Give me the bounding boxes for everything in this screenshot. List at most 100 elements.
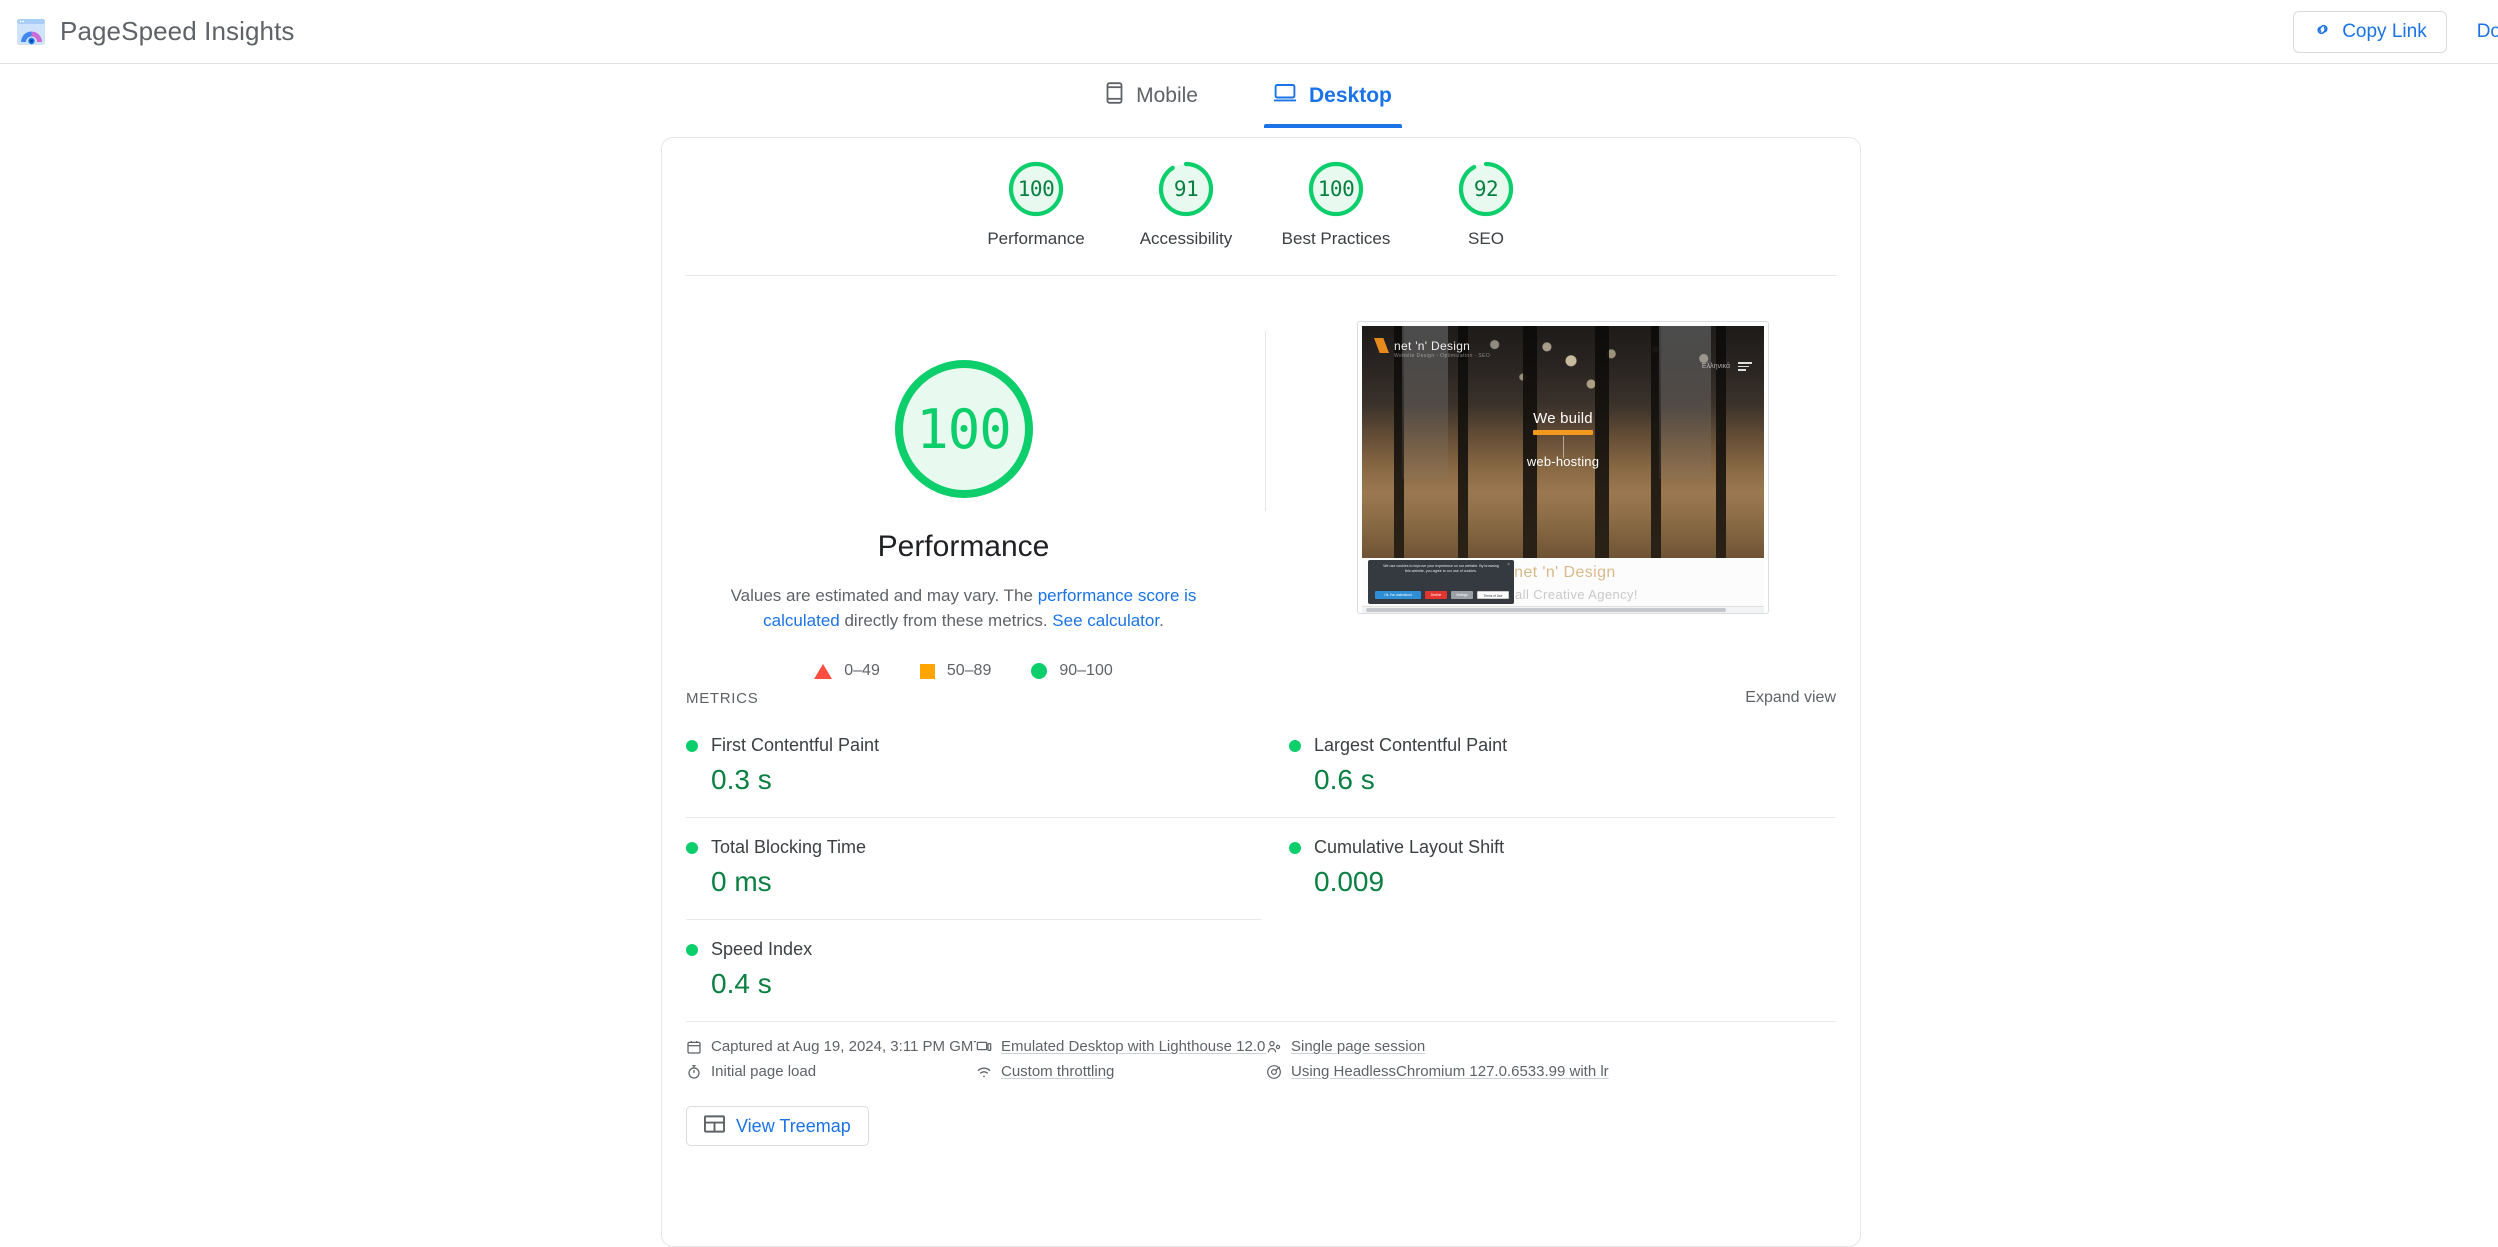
category-score-row: 100 Performance 91 Accessibility 100 Bes…: [662, 138, 1860, 249]
expand-view-link[interactable]: Expand view: [1745, 689, 1836, 707]
metric-value: 0.4 s: [711, 968, 772, 1000]
screenshot-site-name: net 'n' Design: [1394, 338, 1471, 353]
meta-text: Custom throttling: [1001, 1063, 1115, 1081]
status-dot-pass: [686, 739, 698, 752]
see-calculator-link[interactable]: See calculator: [1052, 611, 1159, 630]
category-score-performance[interactable]: 100 Performance: [961, 159, 1111, 249]
screenshot-hero-line1: We build: [1533, 410, 1593, 427]
metric-largest-contentful-paint[interactable]: Largest Contentful Paint 0.6 s: [1261, 716, 1836, 819]
meta-text: Emulated Desktop with Lighthouse 12.0.0: [1001, 1038, 1266, 1056]
screenshot-scrollbar: [1362, 606, 1764, 613]
category-score-label: Performance: [987, 229, 1085, 248]
category-score-label: Best Practices: [1281, 229, 1391, 248]
calendar-icon: [686, 1039, 702, 1055]
category-score-value: 92: [1473, 177, 1499, 201]
pagespeed-logo-icon: [16, 17, 46, 47]
screenshot-site-nav: Ελληνικά: [1702, 362, 1752, 371]
site-logo-mark-icon: [1374, 338, 1389, 353]
meta-text: Using HeadlessChromium 127.0.6533.99 wit…: [1291, 1063, 1609, 1081]
screenshot-site-logo: net 'n' Design: [1374, 338, 1470, 353]
meta-captured-at: Captured at Aug 19, 2024, 3:11 PM GMT+3: [686, 1038, 976, 1055]
tab-mobile[interactable]: Mobile: [1096, 76, 1208, 128]
status-dot-pass: [686, 943, 698, 956]
category-score-label: SEO: [1468, 229, 1504, 248]
category-score-best-practices[interactable]: 100 Best Practices: [1261, 159, 1411, 249]
tab-desktop-label: Desktop: [1309, 84, 1392, 107]
status-dot-pass: [1289, 739, 1301, 752]
legend-range-fail: 0–49: [844, 662, 880, 680]
metric-name: Largest Contentful Paint: [1314, 735, 1508, 756]
metrics-title: METRICS: [686, 689, 759, 707]
metrics-grid: First Contentful Paint 0.3 s Largest Con…: [686, 716, 1836, 1021]
cookie-banner-text: We use cookies to improve your experienc…: [1383, 564, 1499, 574]
meta-session[interactable]: Single page session: [1266, 1038, 1836, 1055]
gauge-ring-seo: 92: [1456, 159, 1516, 219]
metric-value: 0.6 s: [1314, 764, 1375, 796]
meta-user-agent[interactable]: Using HeadlessChromium 127.0.6533.99 wit…: [1266, 1063, 1836, 1080]
docs-link[interactable]: Docs: [2477, 21, 2498, 43]
report-card: 100 Performance 91 Accessibility 100 Bes…: [661, 137, 1861, 1247]
run-metadata: Captured at Aug 19, 2024, 3:11 PM GMT+3 …: [686, 1021, 1836, 1094]
metric-first-contentful-paint[interactable]: First Contentful Paint 0.3 s: [686, 716, 1261, 819]
performance-hero: 100 Performance Values are estimated and…: [662, 276, 1860, 680]
app-title: PageSpeed Insights: [60, 16, 295, 46]
category-score-accessibility[interactable]: 91 Accessibility: [1111, 159, 1261, 249]
tab-desktop[interactable]: Desktop: [1264, 76, 1402, 128]
performance-title: Performance: [877, 530, 1050, 563]
category-score-seo[interactable]: 92 SEO: [1411, 159, 1561, 249]
gauge-ring-performance: 100: [1006, 159, 1066, 219]
meta-emulation[interactable]: Emulated Desktop with Lighthouse 12.0.0: [976, 1038, 1266, 1055]
legend-range-average: 50–89: [946, 662, 992, 680]
legend-item-pass: 90–100: [1031, 662, 1113, 680]
performance-summary: 100 Performance Values are estimated and…: [662, 296, 1265, 680]
cookie-terms-button: Terms of Use: [1477, 591, 1509, 599]
copy-link-button[interactable]: Copy Link: [2293, 11, 2447, 53]
desktop-small-icon: [976, 1039, 992, 1055]
cookie-settings-button: Settings: [1451, 591, 1473, 599]
cookie-accept-button: Ok, I've understood: [1375, 591, 1421, 599]
single-session-icon: [1266, 1039, 1282, 1055]
performance-gauge: 100: [888, 353, 1040, 505]
meta-throttling[interactable]: Custom throttling: [976, 1063, 1266, 1080]
score-legend: 0–49 50–89 90–100: [814, 662, 1113, 680]
screenshot-below-line1: e net 'n' Design: [1500, 564, 1616, 581]
desc-text-2: directly from these metrics.: [839, 611, 1053, 631]
metric-name: Speed Index: [711, 939, 813, 960]
wifi-icon: [976, 1064, 992, 1080]
view-treemap-label: View Treemap: [736, 1115, 851, 1136]
performance-score-value: 100: [916, 397, 1012, 461]
final-screenshot: net 'n' Design Website Design · Optimiza…: [1357, 321, 1769, 614]
view-treemap-button[interactable]: View Treemap: [686, 1106, 869, 1147]
desc-text-3: .: [1159, 611, 1164, 631]
hamburger-menu-icon: [1738, 362, 1752, 371]
metric-value: 0 ms: [711, 866, 772, 898]
legend-item-average: 50–89: [919, 662, 992, 680]
mobile-icon: [1106, 82, 1123, 110]
desc-text-1: Values are estimated and may vary. The: [730, 586, 1038, 605]
metric-cumulative-layout-shift[interactable]: Cumulative Layout Shift 0.009: [1261, 818, 1836, 920]
meta-page-load: Initial page load: [686, 1063, 976, 1080]
cookie-close-icon: ×: [1507, 562, 1510, 568]
stopwatch-icon: [686, 1064, 702, 1080]
cookie-banner-buttons: Ok, I've understood Decline Settings Ter…: [1375, 591, 1509, 599]
square-icon: [919, 663, 935, 679]
metric-total-blocking-time[interactable]: Total Blocking Time 0 ms: [686, 818, 1261, 921]
legend-item-fail: 0–49: [814, 662, 880, 680]
metric-value: 0.3 s: [711, 764, 772, 796]
metrics-header: METRICS Expand view: [662, 689, 1860, 707]
status-dot-pass: [1289, 841, 1301, 854]
tab-mobile-label: Mobile: [1136, 84, 1198, 107]
triangle-icon: [814, 663, 833, 679]
metric-speed-index[interactable]: Speed Index 0.4 s: [686, 920, 1261, 1021]
link-icon: [2313, 20, 2332, 45]
metric-name: First Contentful Paint: [711, 735, 880, 756]
legend-range-pass: 90–100: [1059, 662, 1113, 680]
chrome-icon: [1266, 1064, 1282, 1080]
treemap-section: View Treemap: [662, 1094, 1860, 1147]
screenshot-hero-line2: web-hosting: [1526, 454, 1600, 469]
screenshot-nav-language: Ελληνικά: [1701, 362, 1730, 370]
category-score-value: 100: [1317, 177, 1355, 201]
circle-icon: [1031, 663, 1048, 680]
metric-name: Total Blocking Time: [711, 837, 867, 858]
app-header: PageSpeed Insights Copy Link Docs: [0, 0, 2498, 64]
